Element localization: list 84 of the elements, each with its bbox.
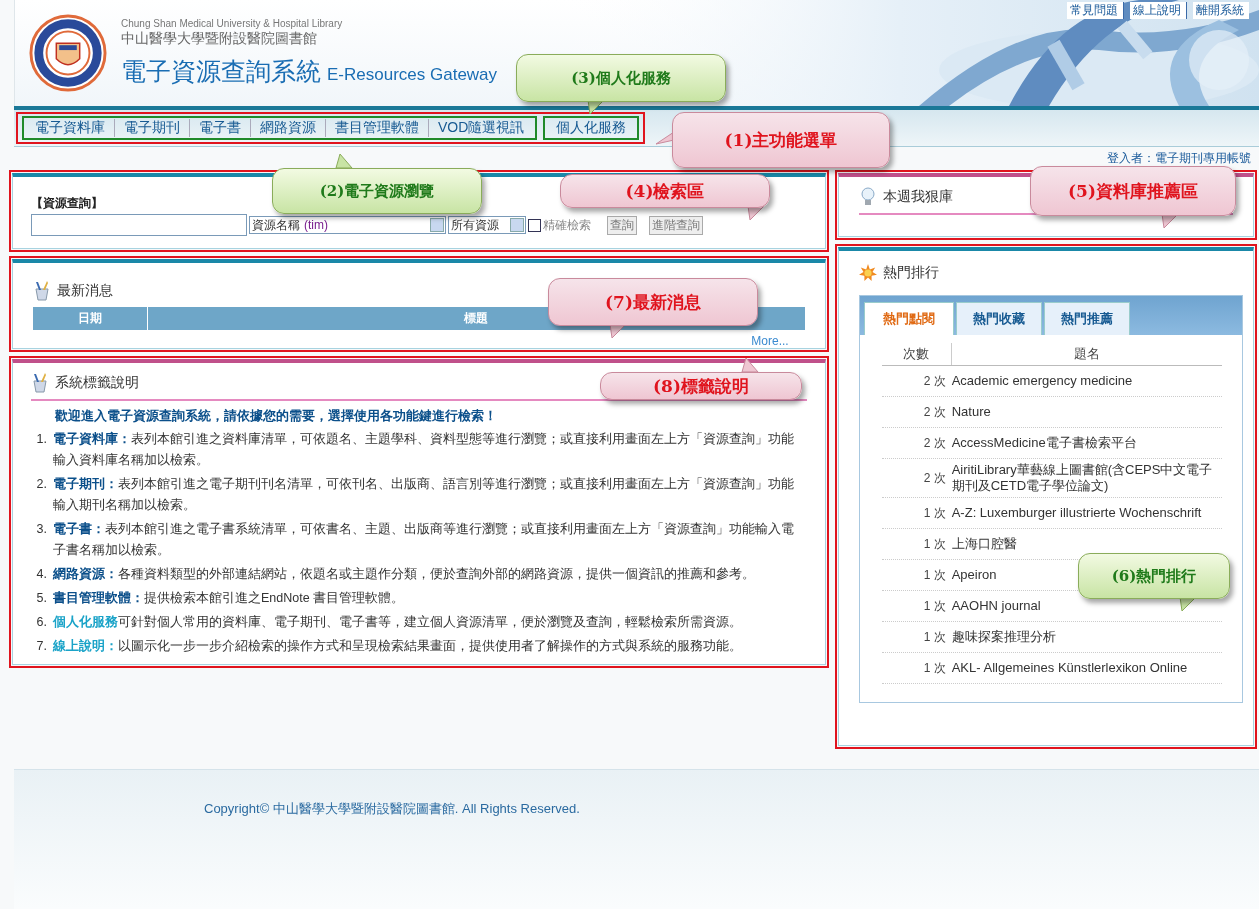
count-cell-text: 1 次 — [922, 535, 947, 553]
label-description: 網路資源：各種資料類型的外部連結網站，依題名或主題作分類，便於查詢外部的網路資源，提供一個資訊的推薦和參考。 — [53, 566, 755, 583]
title-link[interactable]: AccessMedicine電子書檢索平台 — [951, 432, 1137, 454]
search-field[interactable] — [31, 214, 247, 236]
column-header: 題名 — [1072, 345, 1101, 363]
search-button[interactable]: 查詢 — [607, 215, 637, 235]
intro-text: 歡迎進入電子資源查詢系統，請依據您的需要，選擇使用各功能鍵進行檢索！ — [54, 407, 498, 425]
pen-cup-icon — [33, 281, 51, 301]
tab[interactable]: 熱門收藏 — [955, 302, 1042, 335]
count-cell-text: 2 次 — [922, 434, 947, 452]
callout: (5)資料庫推薦區 — [1030, 166, 1236, 216]
system-title: 電子資源查詢系統 — [121, 56, 321, 87]
callout: (3)個人化服務 — [516, 54, 726, 102]
callout: (6)熱門排行 — [1078, 553, 1230, 599]
callout-pointer-icon — [656, 132, 674, 148]
list-number: 3. — [35, 521, 47, 538]
title-link[interactable]: Apeiron — [951, 564, 997, 586]
title-link[interactable]: 上海口腔醫 — [951, 533, 1017, 555]
panel-title: 本週我狠庫 — [882, 188, 953, 206]
scope-dropdown[interactable]: 所有資源 — [448, 216, 526, 234]
title-link[interactable]: AiritiLibrary華藝線上圖書館(含CEPS中文電子期刊及CETD電子學位論文) — [951, 459, 1222, 497]
menu-item[interactable]: VOD隨選視訊 — [429, 119, 534, 137]
title-link[interactable]: Nature — [951, 401, 991, 423]
menu-item[interactable]: 書目管理軟體 — [326, 119, 429, 137]
count-cell-text: 1 次 — [922, 504, 947, 522]
field-dropdown[interactable]: 資源名稱 (tim) — [249, 216, 446, 234]
count-cell-text: 2 次 — [922, 403, 947, 421]
list-number: 6. — [35, 614, 47, 631]
panel-title: 系統標籤說明 — [55, 374, 139, 392]
header-link[interactable]: 離開系統 — [1193, 2, 1249, 19]
list-number: 7. — [35, 638, 47, 655]
university-seal-icon — [29, 14, 107, 92]
count-cell-text: 1 次 — [922, 566, 947, 584]
header-link[interactable]: 常見問題 — [1067, 2, 1124, 19]
label-description: 電子書：表列本館引進之電子書系統清單，可依書名、主題、出版商等進行瀏覽；或直接利用畫面左上方「資源查詢」功能輸入電子書名稱加以檢索。 — [53, 521, 795, 559]
exact-checkbox[interactable] — [528, 218, 541, 232]
callout: (7)最新消息 — [548, 278, 758, 326]
label-description: 電子期刊：表列本館引進之電子期刊刊名清單，可依刊名、出版商、語言別等進行瀏覽；或直接利用畫面左上方「資源查詢」功能輸入期刊名稱加以檢索。 — [53, 476, 795, 514]
column-header: 次數 — [881, 343, 952, 365]
label-description: 書目管理軟體：提供檢索本館引進之EndNote 書目管理軟體。 — [53, 590, 405, 607]
title-link[interactable]: 趣味探案推理分析 — [951, 626, 1056, 648]
title-link[interactable]: A-Z: Luxemburger illustrierte Wochenschrift — [951, 502, 1202, 524]
menu-item[interactable]: 網路資源 — [251, 119, 326, 137]
callout-pointer-icon — [334, 154, 354, 168]
search-button[interactable]: 進階查詢 — [649, 215, 703, 235]
list-number: 1. — [35, 431, 47, 448]
count-cell-text: 2 次 — [922, 372, 947, 390]
panel-title: 最新消息 — [57, 282, 113, 300]
system-subtitle: E-Resources Gateway — [327, 65, 498, 85]
callout: (2)電子資源瀏覽 — [272, 168, 482, 214]
callout: (4)檢索區 — [560, 174, 770, 208]
light-bulb-icon — [858, 187, 877, 207]
panel-title: 熱門排行 — [882, 264, 939, 282]
callout: (8)標籤說明 — [600, 372, 802, 400]
label-description: 線上說明：以圖示化一步一步介紹檢索的操作方式和呈現檢索結果畫面，提供使用者了解操作的方式與系統的服務功能。 — [53, 638, 742, 655]
copyright-text: Copyright© 中山醫學大學暨附設醫院圖書館. All Rights Reserved. — [204, 801, 580, 816]
sun-icon — [858, 263, 877, 283]
checkbox-label: 精確檢索 — [543, 216, 591, 234]
library-english-name: Chung Shan Medical University & Hospital Library — [121, 18, 344, 29]
menu-item[interactable]: 電子資料庫 — [26, 119, 115, 137]
more-link[interactable]: More... — [33, 334, 789, 348]
pen-cup-icon — [31, 373, 49, 393]
label-description: 個人化服務可針對個人常用的資料庫、電子期刊、電子書等，建立個人資源清單，便於瀏覽及查詢，輕鬆檢索所需資源。 — [53, 614, 742, 631]
tab[interactable]: 熱門推薦 — [1043, 302, 1130, 335]
library-chinese-name: 中山醫學大學暨附設醫院圖書館 — [121, 30, 318, 48]
menu-item[interactable]: 電子期刊 — [115, 119, 190, 137]
panel-title: 【資源查詢】 — [31, 195, 103, 212]
list-number: 4. — [35, 566, 47, 583]
list-number: 2. — [35, 476, 47, 493]
count-cell-text: 1 次 — [922, 597, 947, 615]
callout-pointer-icon — [740, 358, 760, 372]
menu-item[interactable]: 電子書 — [190, 119, 251, 137]
list-number: 5. — [35, 590, 47, 607]
title-link[interactable]: AKL- Allgemeines Künstlerlexikon Online — [951, 657, 1188, 679]
count-cell-text: 1 次 — [922, 659, 947, 677]
menu-item[interactable]: 個人化服務 — [547, 119, 636, 137]
count-cell-text: 2 次 — [922, 469, 947, 487]
title-link[interactable]: Academic emergency medicine — [951, 370, 1133, 392]
label-description: 電子資料庫：表列本館引進之資料庫清單，可依題名、主題學科、資料型態等進行瀏覽；或直接利用畫面左上方「資源查詢」功能輸入資料庫名稱加以檢索。 — [53, 430, 795, 469]
callout: (1)主功能選單 — [672, 112, 890, 168]
header-link[interactable]: 線上說明 — [1130, 2, 1187, 19]
login-status: 登入者：電子期刊專用帳號 — [1107, 150, 1251, 166]
count-cell-text: 1 次 — [922, 628, 947, 646]
title-link[interactable]: AAOHN journal — [951, 595, 1041, 617]
